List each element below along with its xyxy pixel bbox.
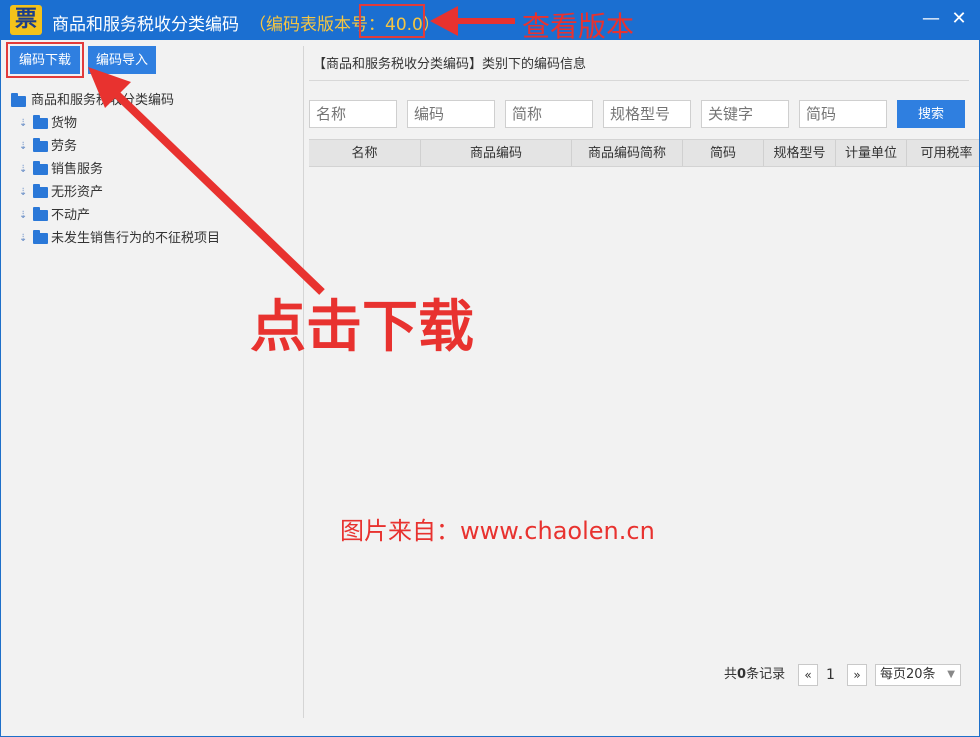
column-header-product-code[interactable]: 商品编码 [421,140,572,166]
record-count-value: 0 [737,667,747,682]
folder-icon [33,138,48,152]
table-header: 名称 商品编码 商品编码简称 简码 规格型号 计量单位 可用税率 [309,139,979,167]
folder-open-icon [11,93,26,107]
shortname-filter-input[interactable] [505,100,593,128]
next-page-button[interactable]: » [847,664,867,686]
tree-item-label: 劳务 [51,139,78,154]
expand-icon[interactable]: ⇣ [19,135,27,158]
tree-item-intangible-assets[interactable]: ⇣ 无形资产 [9,181,299,204]
code-table-version: （编码表版本号：40.0） [249,15,440,35]
panel-title: 【商品和服务税收分类编码】类别下的编码信息 [313,57,587,72]
main-content: 编码下载 编码导入 商品和服务税收分类编码 ⇣ 货物 ⇣ 劳务 ⇣ 销售服务 ⇣… [1,40,979,736]
code-filter-input[interactable] [407,100,495,128]
column-header-name[interactable]: 名称 [309,140,421,166]
folder-icon [33,115,48,129]
chevron-down-icon: ▼ [947,669,955,680]
code-download-button[interactable]: 编码下载 [10,46,80,74]
tree-item-label: 销售服务 [51,162,104,177]
divider [309,80,969,81]
panel-divider[interactable] [303,46,304,718]
tree-root-label: 商品和服务税收分类编码 [31,93,175,108]
code-import-button[interactable]: 编码导入 [88,46,156,74]
column-header-tax-rate[interactable]: 可用税率 [907,140,979,166]
current-page: 1 [826,667,835,683]
title-bar: 票 商品和服务税收分类编码 （编码表版本号：40.0） — ✕ [0,0,980,40]
keyword-filter-input[interactable] [701,100,789,128]
folder-icon [33,207,48,221]
expand-icon[interactable]: ⇣ [19,181,27,204]
folder-icon [33,184,48,198]
app-logo-icon: 票 [10,5,42,35]
expand-icon[interactable]: ⇣ [19,204,27,227]
tree-item-label: 不动产 [51,208,91,223]
search-button[interactable]: 搜索 [897,100,965,128]
close-button[interactable]: ✕ [946,6,972,32]
column-header-code-shortname[interactable]: 商品编码简称 [572,140,683,166]
category-tree: 商品和服务税收分类编码 ⇣ 货物 ⇣ 劳务 ⇣ 销售服务 ⇣ 无形资产 ⇣ 不动… [9,90,299,250]
window-title: 商品和服务税收分类编码 [52,15,239,35]
page-size-select[interactable]: 每页20条 ▼ [875,664,961,686]
tree-item-label: 未发生销售行为的不征税项目 [51,231,221,246]
record-count: 共0条记录 [724,667,786,682]
name-filter-input[interactable] [309,100,397,128]
tree-item-labor[interactable]: ⇣ 劳务 [9,135,299,158]
tree-item-goods[interactable]: ⇣ 货物 [9,112,299,135]
folder-icon [33,230,48,244]
column-header-shortcode[interactable]: 简码 [683,140,764,166]
tree-item-non-taxable[interactable]: ⇣ 未发生销售行为的不征税项目 [9,227,299,250]
tree-root[interactable]: 商品和服务税收分类编码 [9,90,299,112]
minimize-button[interactable]: — [918,6,944,32]
expand-icon[interactable]: ⇣ [19,112,27,135]
spec-filter-input[interactable] [603,100,691,128]
shortcode-filter-input[interactable] [799,100,887,128]
expand-icon[interactable]: ⇣ [19,158,27,181]
prev-page-button[interactable]: « [798,664,818,686]
tree-item-sales-service[interactable]: ⇣ 销售服务 [9,158,299,181]
column-header-unit[interactable]: 计量单位 [836,140,907,166]
tree-item-real-estate[interactable]: ⇣ 不动产 [9,204,299,227]
folder-icon [33,161,48,175]
tree-item-label: 货物 [51,116,78,131]
tree-item-label: 无形资产 [51,185,104,200]
expand-icon[interactable]: ⇣ [19,227,27,250]
column-header-spec[interactable]: 规格型号 [764,140,836,166]
